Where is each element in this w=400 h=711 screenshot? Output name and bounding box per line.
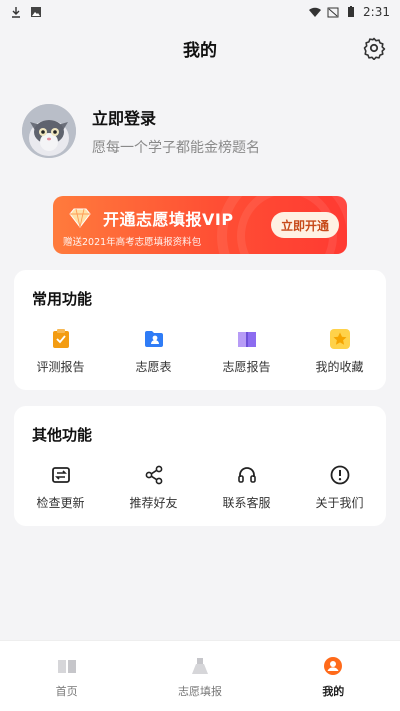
header: 我的 <box>0 28 400 68</box>
check-update-item[interactable]: 检查更新 <box>14 464 107 511</box>
cat-avatar-icon <box>22 104 76 158</box>
status-bar: 2:31 <box>0 0 400 24</box>
other-functions-card: 其他功能 检查更新 推荐好友 联系客服 关于我们 <box>14 406 386 526</box>
wifi-icon <box>309 7 322 17</box>
share-icon <box>145 465 162 485</box>
common-functions-title: 常用功能 <box>32 290 93 308</box>
star-icon <box>329 329 350 349</box>
profile-icon <box>324 657 343 675</box>
avatar[interactable] <box>22 104 76 158</box>
tab-home-label: 首页 <box>55 685 78 698</box>
profile-section[interactable]: 立即登录 愿每一个学子都能金榜题名 <box>22 104 260 158</box>
customer-service-label: 联系客服 <box>222 496 271 510</box>
tab-fill-label: 志愿填报 <box>177 685 222 698</box>
image-icon <box>31 7 41 17</box>
common-functions-grid: 评测报告 志愿表 志愿报告 我的收藏 <box>14 328 386 375</box>
bottom-tabbar: 首页 志愿填报 我的 <box>0 640 400 711</box>
other-functions-title: 其他功能 <box>32 426 93 444</box>
vip-subtitle: 赠送2021年高考志愿填报资料包 <box>63 237 202 248</box>
favorites-label: 我的收藏 <box>315 360 364 374</box>
info-icon <box>330 465 349 485</box>
about-us-label: 关于我们 <box>315 496 364 510</box>
volunteer-table-item[interactable]: 志愿表 <box>107 328 200 375</box>
tab-fill[interactable]: 志愿填报 <box>133 641 266 711</box>
recommend-friend-label: 推荐好友 <box>129 496 178 510</box>
volunteer-report-item[interactable]: 志愿报告 <box>200 328 293 375</box>
report-item[interactable]: 评测报告 <box>14 328 107 375</box>
signal-off-icon <box>327 7 339 18</box>
report-icon <box>52 329 69 348</box>
battery-icon <box>348 6 355 17</box>
folder-user-icon <box>144 331 163 347</box>
book-icon <box>237 332 256 347</box>
tab-me[interactable]: 我的 <box>267 641 400 711</box>
home-book-icon <box>57 660 76 673</box>
report-label: 评测报告 <box>36 360 85 374</box>
vip-banner[interactable]: 开通志愿填报VIP 赠送2021年高考志愿填报资料包 立即开通 <box>53 196 347 254</box>
about-us-item[interactable]: 关于我们 <box>293 464 386 511</box>
tab-home[interactable]: 首页 <box>0 641 133 711</box>
page-title: 我的 <box>183 40 217 61</box>
favorites-item[interactable]: 我的收藏 <box>293 328 386 375</box>
login-link[interactable]: 立即登录 <box>92 105 260 129</box>
vip-activate-button[interactable]: 立即开通 <box>270 212 339 238</box>
refresh-icon <box>51 467 70 483</box>
tab-me-label: 我的 <box>322 685 345 698</box>
diamond-icon <box>69 208 91 228</box>
check-update-label: 检查更新 <box>36 496 85 510</box>
recommend-friend-item[interactable]: 推荐好友 <box>107 464 200 511</box>
status-time: 2:31 <box>363 5 390 19</box>
download-icon <box>12 7 20 18</box>
headset-icon <box>237 467 256 483</box>
fill-icon <box>191 658 208 674</box>
common-functions-card: 常用功能 评测报告 志愿表 志愿报告 我的收藏 <box>14 270 386 390</box>
customer-service-item[interactable]: 联系客服 <box>200 464 293 511</box>
gear-icon[interactable] <box>362 36 386 60</box>
volunteer-table-label: 志愿表 <box>135 360 172 374</box>
vip-title: 开通志愿填报VIP <box>103 210 234 229</box>
profile-subtitle: 愿每一个学子都能金榜题名 <box>92 140 260 156</box>
other-functions-grid: 检查更新 推荐好友 联系客服 关于我们 <box>14 464 386 511</box>
volunteer-report-label: 志愿报告 <box>222 360 271 374</box>
